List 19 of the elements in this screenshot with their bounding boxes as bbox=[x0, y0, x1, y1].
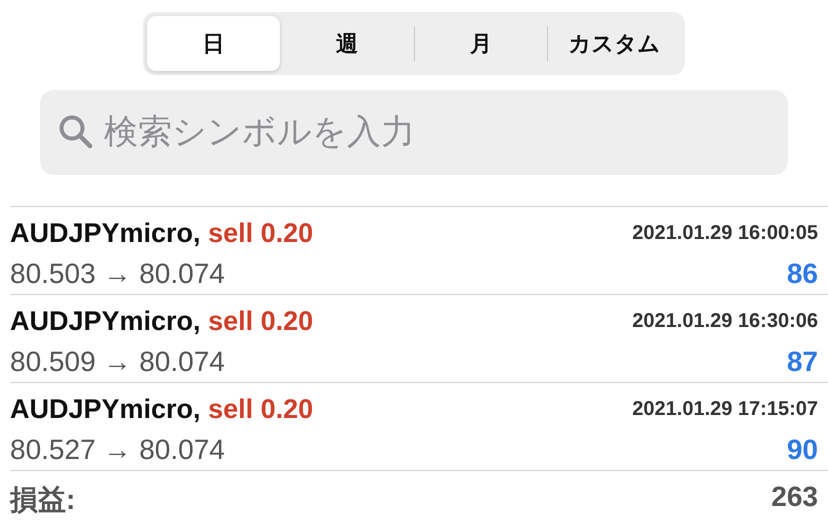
total-value: 263 bbox=[771, 481, 818, 514]
total-label: 損益: bbox=[10, 483, 76, 517]
trade-profit: 90 bbox=[786, 434, 818, 466]
trade-prices: 80.509 → 80.074 bbox=[10, 346, 225, 378]
search-field[interactable]: 検索シンボルを入力 bbox=[40, 90, 788, 175]
trade-time: 2021.01.29 16:00:05 bbox=[632, 222, 818, 246]
trade-profit: 86 bbox=[786, 258, 818, 290]
period-tab[interactable]: 週 bbox=[280, 16, 414, 71]
trade-prices: 80.503 → 80.074 bbox=[10, 258, 225, 290]
trade-title: AUDJPYmicro, sell 0.20 bbox=[10, 306, 314, 338]
trade-time: 2021.01.29 16:30:06 bbox=[632, 310, 818, 334]
trade-time: 2021.01.29 17:15:07 bbox=[632, 398, 818, 422]
trade-title: AUDJPYmicro, sell 0.20 bbox=[10, 218, 314, 250]
trade-profit: 87 bbox=[786, 346, 818, 378]
period-tab[interactable]: カスタム bbox=[548, 16, 681, 71]
trade-prices: 80.527 → 80.074 bbox=[10, 434, 225, 466]
trade-title: AUDJPYmicro, sell 0.20 bbox=[10, 394, 314, 426]
period-tab[interactable]: 日 bbox=[147, 16, 280, 71]
period-tab[interactable]: 月 bbox=[414, 16, 548, 71]
